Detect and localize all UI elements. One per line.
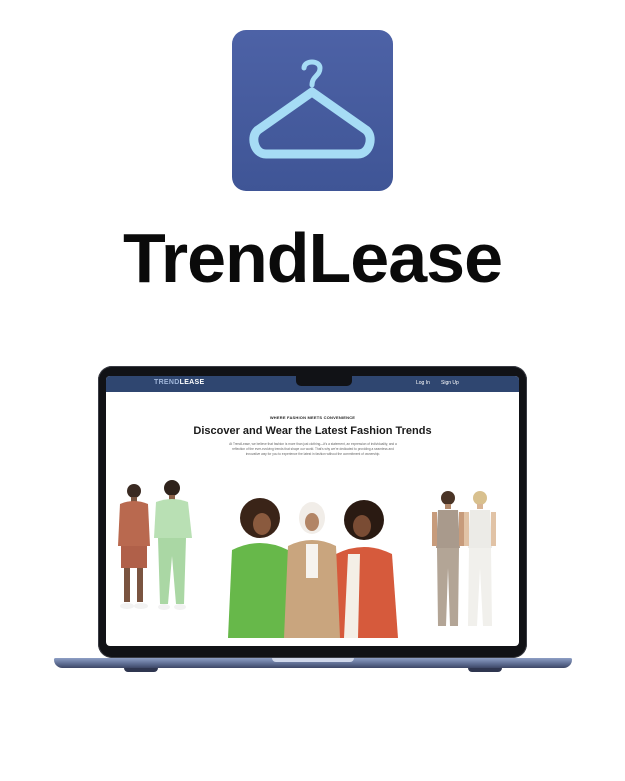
laptop-foot-left	[124, 668, 158, 672]
logo-trend-text: TREND	[154, 379, 180, 386]
login-link[interactable]: Log In	[416, 380, 430, 386]
laptop-lid: TRENDLEASE Log In Sign Up WHERE FASHION …	[98, 366, 527, 658]
laptop-base-notch	[272, 658, 354, 662]
hero-eyebrow: WHERE FASHION MEETS CONVENIENCE	[269, 415, 356, 420]
brand-title: TrendLease	[122, 219, 503, 297]
laptop-mockup: TRENDLEASE Log In Sign Up WHERE FASHION …	[54, 366, 572, 678]
hanger-icon	[249, 59, 375, 159]
app-icon	[232, 30, 393, 191]
camera-notch	[296, 376, 352, 386]
hero-title: Discover and Wear the Latest Fashion Tre…	[193, 425, 432, 437]
laptop-screen: TRENDLEASE Log In Sign Up WHERE FASHION …	[106, 376, 519, 646]
site-logo[interactable]: TRENDLEASE	[154, 379, 204, 386]
signup-link[interactable]: Sign Up	[441, 380, 459, 386]
logo-lease-text: LEASE	[179, 379, 205, 386]
hero-image-men	[118, 480, 192, 610]
hero-image-neutral	[432, 491, 496, 626]
hero-image-women	[228, 498, 398, 638]
laptop-foot-right	[468, 668, 502, 672]
hero-description: At TrendLease, we believe that fashion i…	[229, 442, 397, 456]
